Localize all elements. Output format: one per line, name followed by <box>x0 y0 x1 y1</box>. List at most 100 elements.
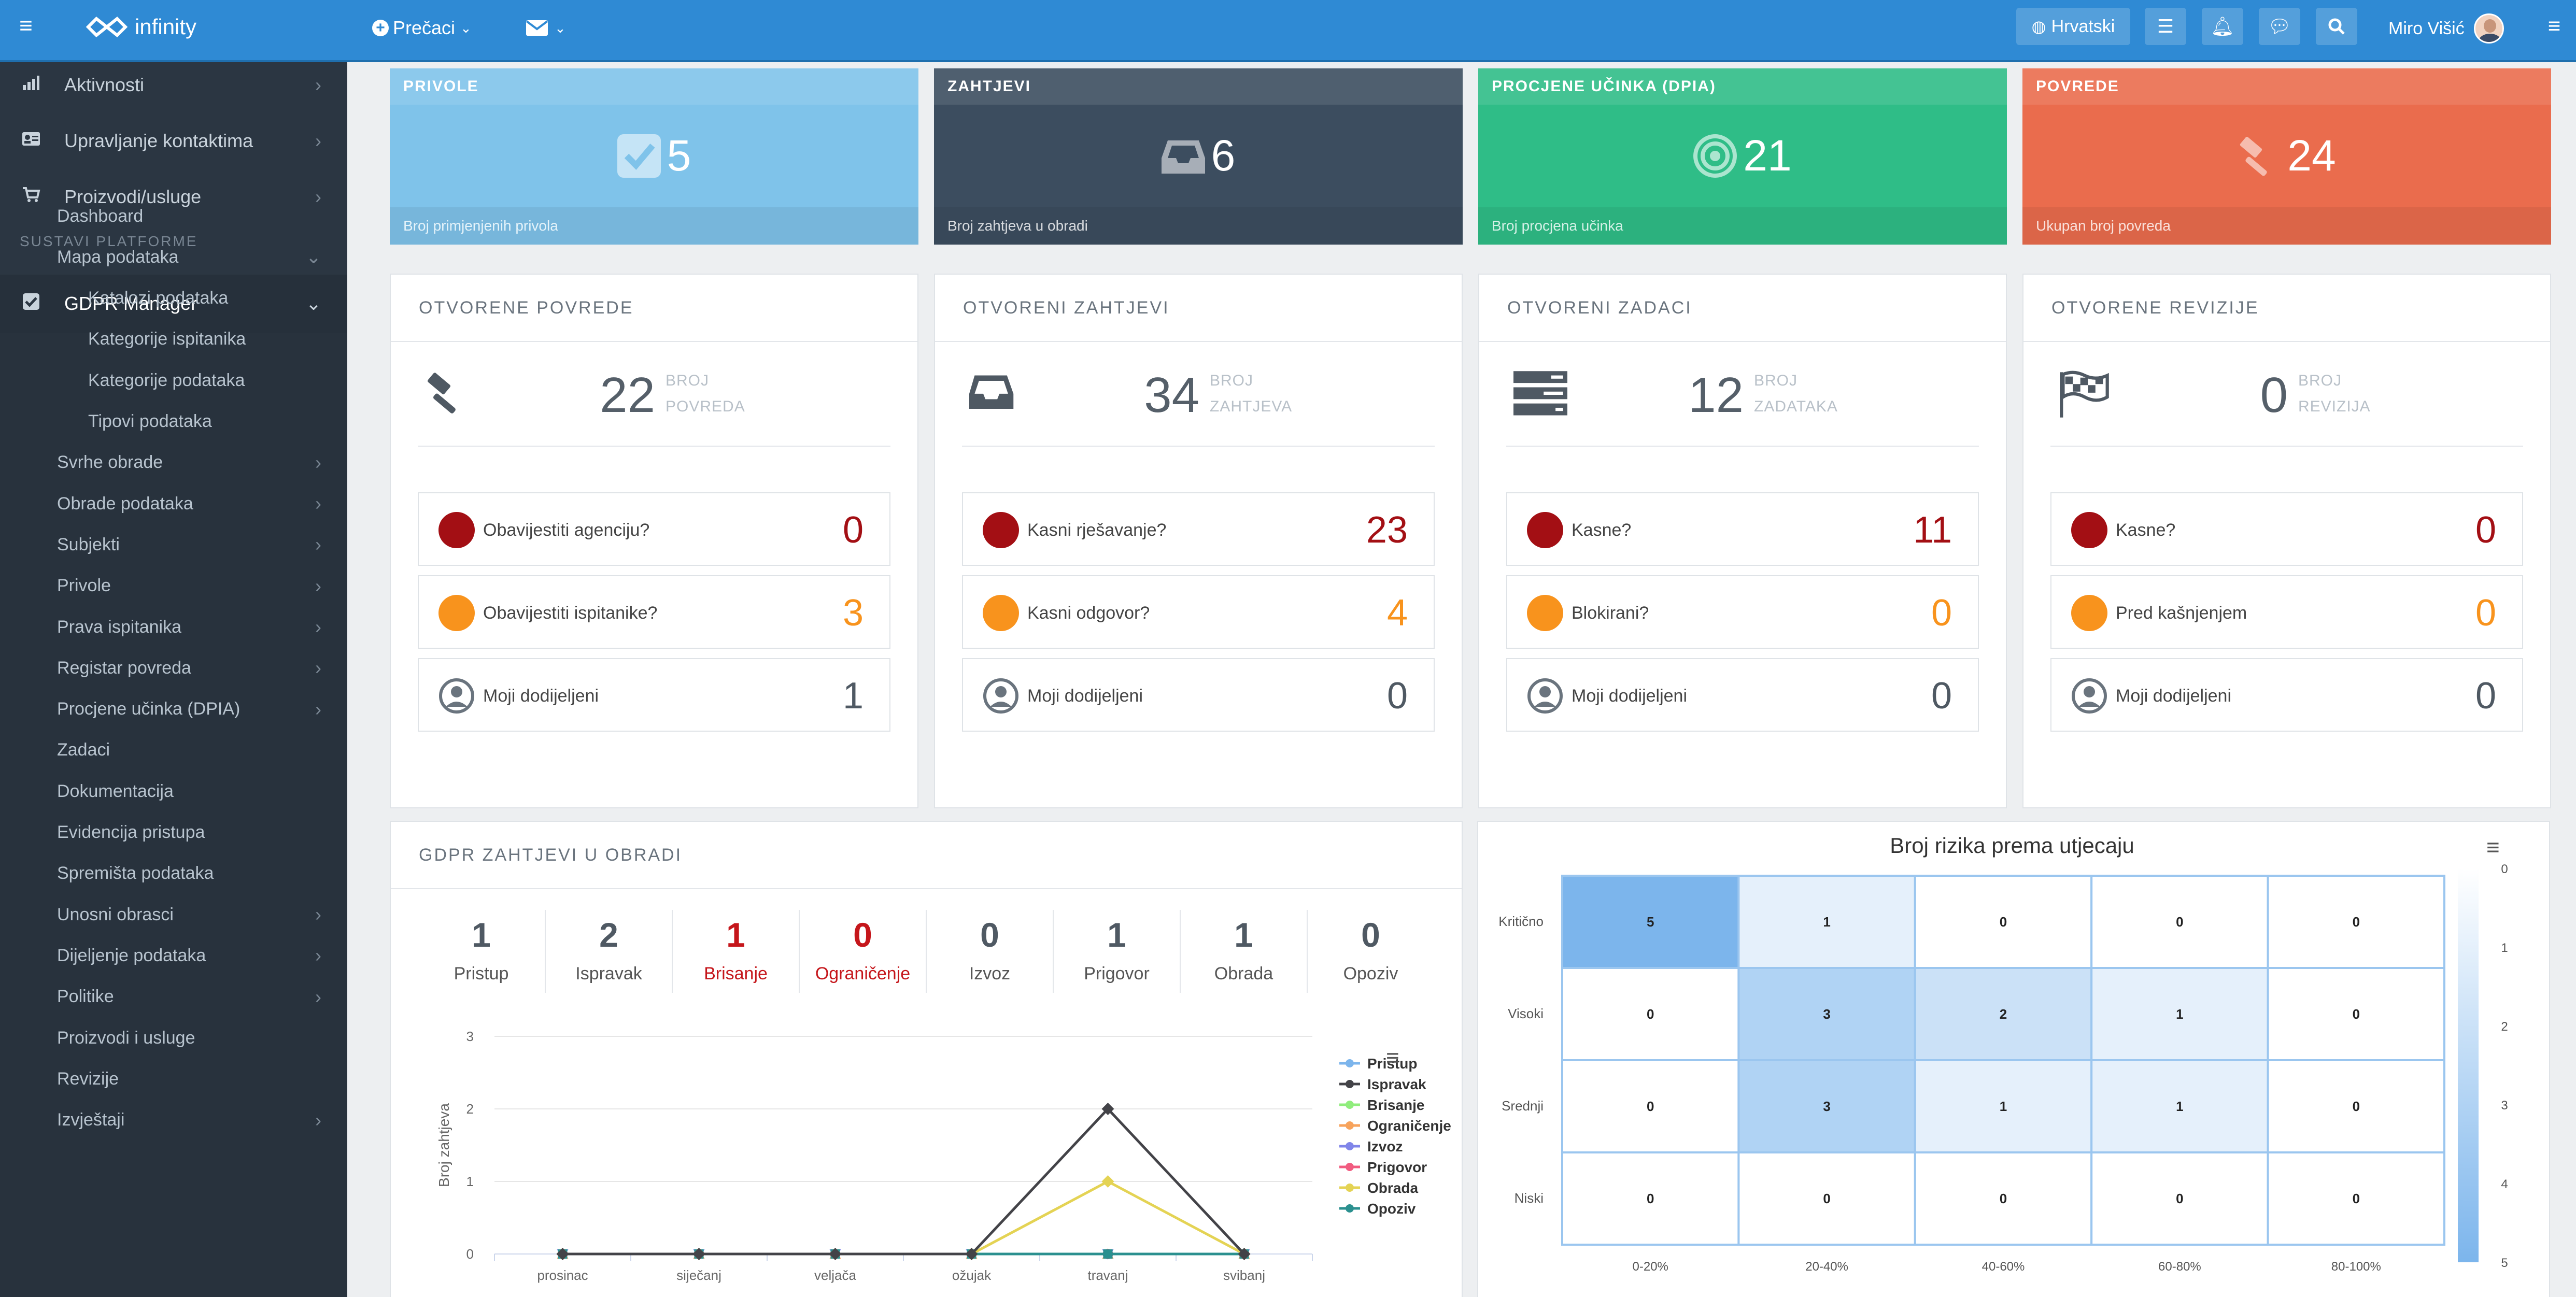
panel-count-label-line: BROJ <box>1210 372 1254 389</box>
shortcuts-menu[interactable]: + Prečaci ⌄ <box>372 12 472 44</box>
legend-item[interactable]: Ispravak <box>1339 1076 1426 1092</box>
request-count-value: 0 <box>1361 916 1380 954</box>
request-count[interactable]: 1 Prigovor <box>1053 910 1180 993</box>
sidebar-subitem[interactable]: Katalozi podataka <box>0 278 347 319</box>
sidebar-subitem[interactable]: Registar povreda › <box>0 648 347 688</box>
request-count-value: 0 <box>980 916 999 954</box>
panel-row[interactable]: Moji dodijeljeni 0 <box>1506 658 1979 732</box>
panel-row-value: 0 <box>842 509 864 551</box>
sidebar-subitem[interactable]: Politike › <box>0 977 347 1017</box>
messages-menu[interactable]: ⌄ <box>526 12 566 44</box>
user-circle-icon <box>1527 678 1563 714</box>
sidebar-subitem[interactable]: Svrhe obrade › <box>0 443 347 483</box>
chart-menu-button[interactable]: ≡ <box>2486 836 2512 859</box>
request-count-value: 1 <box>726 916 745 954</box>
request-count-value: 1 <box>1234 916 1253 954</box>
sidebar-subitem[interactable]: Subjekti › <box>0 524 347 565</box>
request-count[interactable]: 1 Brisanje <box>672 910 799 993</box>
requests-line-chart: 0 1 2 3 prosinac siječanj veljača ožujak travanj… <box>436 1029 1451 1283</box>
sidebar-subitem[interactable]: Evidencija pristupa <box>0 813 347 853</box>
x-tick-label: travanj <box>1087 1267 1128 1283</box>
list-button[interactable]: ☰ <box>2145 8 2186 45</box>
request-count[interactable]: 0 Izvoz <box>926 910 1053 993</box>
panel-row[interactable]: Kasni odgovor? 4 <box>962 575 1435 649</box>
panel-row[interactable]: Moji dodijeljeni 1 <box>418 658 890 732</box>
sidebar-subitem[interactable]: Prava ispitanika › <box>0 607 347 647</box>
chart-menu-button[interactable]: ≡ <box>1386 1047 1412 1070</box>
user-menu[interactable]: Miro Višić <box>2388 11 2504 46</box>
chat-button[interactable]: 💬︎ <box>2259 8 2300 45</box>
right-panel-toggle-icon[interactable]: ≡ <box>2540 11 2569 40</box>
stat-tile[interactable]: ZAHTJEVI 6 Broj zahtjeva u obradi <box>934 68 1463 245</box>
legend-item[interactable]: Brisanje <box>1339 1097 1425 1113</box>
panel-title: OTVORENE REVIZIJE <box>2023 275 2550 342</box>
panel-row[interactable]: Obavijestiti ispitanike? 3 <box>418 575 890 649</box>
request-count[interactable]: 0 Ograničenje <box>799 910 926 993</box>
sidebar-item[interactable]: Upravljanje kontaktima › <box>0 115 347 167</box>
language-button[interactable]: ◍ Hrvatski <box>2016 8 2130 45</box>
sidebar-subitem[interactable]: Mapa podataka ⌄ <box>0 237 347 277</box>
panel-row-label: Moji dodijeljeni <box>1572 686 1688 706</box>
sidebar-subitem[interactable]: Procjene učinka (DPIA) › <box>0 689 347 730</box>
sidebar-subitem[interactable]: Unosni obrasci › <box>0 894 347 935</box>
sidebar-subitem[interactable]: Zadaci <box>0 730 347 771</box>
panel-count-label-line: POVREDA <box>666 398 745 415</box>
chevron-right-icon: › <box>315 451 321 473</box>
sidebar-subitem[interactable]: Dashboard <box>0 196 347 236</box>
request-count-label: Obrada <box>1214 964 1273 984</box>
panel-row-label: Moji dodijeljeni <box>483 686 599 706</box>
panel-row[interactable]: Moji dodijeljeni 0 <box>962 658 1435 732</box>
sidebar-subitem-label: Prava ispitanika <box>57 617 182 637</box>
sidebar-subitem[interactable]: Dijeljenje podataka › <box>0 935 347 976</box>
x-category-label: 80-100% <box>2331 1260 2381 1274</box>
request-count[interactable]: 1 Pristup <box>418 910 545 993</box>
sidebar-subitem[interactable]: Kategorije ispitanika <box>0 319 347 360</box>
status-dot <box>438 595 475 631</box>
stat-tile[interactable]: PROCJENE UČINKA (DPIA) 21 Broj procjena uč… <box>1478 68 2007 245</box>
legend-item[interactable]: Opoziv <box>1339 1201 1416 1217</box>
legend-item[interactable]: Ograničenje <box>1339 1118 1451 1134</box>
panel-row[interactable]: Kasne? 11 <box>1506 492 1979 566</box>
request-count[interactable]: 1 Obrada <box>1180 910 1307 993</box>
data-point[interactable] <box>1103 1249 1113 1259</box>
legend-item[interactable]: Obrada <box>1339 1180 1418 1196</box>
sidebar-subitem[interactable]: Privole › <box>0 566 347 606</box>
sidebar-subitem[interactable]: Kategorije podataka <box>0 360 347 401</box>
legend-item[interactable]: Prigovor <box>1339 1159 1427 1175</box>
sidebar-subitem[interactable]: Obrade podataka › <box>0 483 347 524</box>
sidebar-subitem-label: Registar povreda <box>57 658 191 678</box>
panel-row[interactable]: Moji dodijeljeni 0 <box>2050 658 2523 732</box>
status-dot <box>1527 512 1563 548</box>
logo[interactable]: infinity <box>86 10 196 44</box>
sidebar-item-label: Upravljanje kontaktima <box>64 130 253 151</box>
data-point[interactable] <box>1101 1175 1114 1188</box>
sidebar-subitem[interactable]: Revizije <box>0 1059 347 1099</box>
search-button[interactable] <box>2316 8 2357 45</box>
panel-row[interactable]: Obavijestiti agenciju? 0 <box>418 492 890 566</box>
request-count[interactable]: 0 Opoziv <box>1307 910 1434 993</box>
panel-row[interactable]: Kasne? 0 <box>2050 492 2523 566</box>
panel-row[interactable]: Kasni rješavanje? 23 <box>962 492 1435 566</box>
panel-row[interactable]: Pred kašnjenjem 0 <box>2050 575 2523 649</box>
menu-toggle-icon[interactable]: ≡ <box>11 11 40 40</box>
sidebar-subitem[interactable]: Dokumentacija <box>0 771 347 811</box>
stat-tile[interactable]: PRIVOLE 5 Broj primjenjenih privola <box>390 68 918 245</box>
sidebar-subitem[interactable]: Izvještaji › <box>0 1100 347 1141</box>
panel-count: 12 <box>1688 367 1744 423</box>
stat-tile-value-wrap: 21 <box>1478 131 2007 181</box>
sidebar-subitem[interactable]: Spremišta podataka <box>0 853 347 894</box>
panel-count-label: BROJ ZADATAKA <box>1754 368 1838 420</box>
sidebar-subitem-label: Politike <box>57 987 114 1007</box>
sidebar-subitem[interactable]: Tipovi podataka <box>0 402 347 442</box>
request-count[interactable]: 2 Ispravak <box>545 910 672 993</box>
sidebar-item[interactable]: Aktivnosti › <box>0 62 347 111</box>
panel-title: OTVORENI ZAHTJEVI <box>935 275 1462 342</box>
stat-tile[interactable]: POVREDE 24 Ukupan broj povreda <box>2022 68 2551 245</box>
bar-chart-icon <box>20 74 43 97</box>
panel-count-label-line: REVIZIJA <box>2298 398 2371 415</box>
legend-label: Obrada <box>1367 1180 1418 1196</box>
panel-row[interactable]: Blokirani? 0 <box>1506 575 1979 649</box>
legend-item[interactable]: Izvoz <box>1339 1138 1403 1155</box>
sidebar-subitem[interactable]: Proizvodi i usluge <box>0 1018 347 1058</box>
notifications-button[interactable]: 🔔︎ <box>2202 8 2243 45</box>
